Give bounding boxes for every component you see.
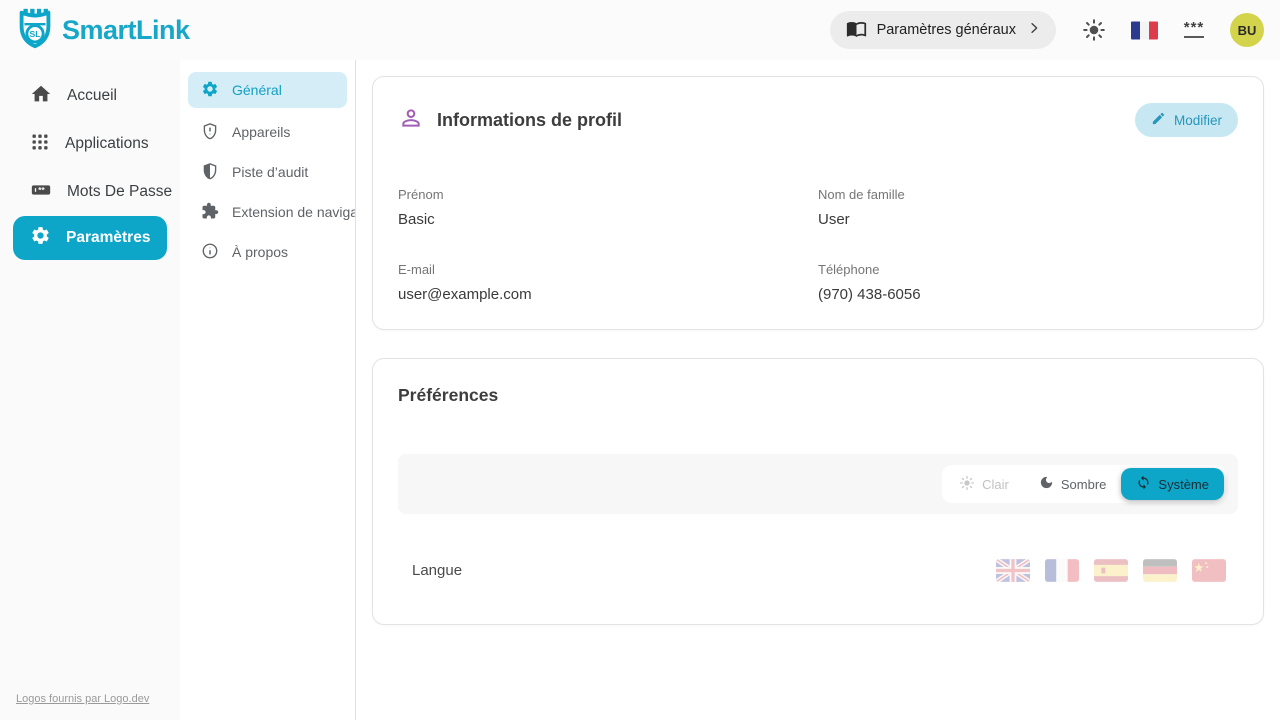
profile-card: Informations de profil Modifier Prénom B…	[372, 76, 1264, 330]
password-asterisks-icon[interactable]: ***	[1180, 16, 1208, 44]
chevron-right-icon	[1026, 20, 1042, 40]
field-label: Nom de famille	[818, 187, 1238, 202]
language-flag-list	[996, 559, 1226, 582]
logo-credit-link[interactable]: Logos fournis par Logo.dev	[16, 693, 149, 705]
pencil-icon	[1151, 111, 1166, 129]
password-field-icon: **	[30, 179, 52, 206]
france-flag-icon	[1131, 21, 1158, 40]
china-flag-icon[interactable]	[1192, 559, 1226, 582]
shield-alert-icon	[201, 122, 219, 143]
general-settings-label: Paramètres généraux	[877, 22, 1016, 38]
main-content: Informations de profil Modifier Prénom B…	[356, 60, 1280, 720]
top-header: SL SmartLink Paramètres généraux	[0, 0, 1280, 60]
profile-fields: Prénom Basic Nom de famille User E-mail …	[398, 187, 1238, 303]
user-avatar[interactable]: BU	[1230, 13, 1264, 47]
field-telephone: Téléphone (970) 438-6056	[818, 262, 1238, 303]
home-icon	[30, 83, 52, 110]
header-actions: Paramètres généraux	[830, 11, 1264, 49]
field-value: Basic	[398, 211, 818, 228]
settings-nav-general[interactable]: Général	[188, 72, 347, 108]
brand-name: SmartLink	[62, 15, 190, 46]
spain-flag-icon[interactable]	[1094, 559, 1128, 582]
theme-toggle-group: Clair Sombre Systè	[942, 465, 1226, 503]
smartlink-logo-icon: SL	[12, 5, 58, 56]
settings-nav-extension[interactable]: Extension de navigateur	[180, 192, 355, 232]
field-value: user@example.com	[398, 286, 818, 303]
preferences-card: Préférences	[372, 358, 1264, 625]
gear-icon	[30, 225, 51, 251]
language-selector-button[interactable]	[1130, 16, 1158, 44]
settings-nav-a-propos[interactable]: À propos	[180, 232, 355, 272]
field-value: User	[818, 211, 1238, 228]
sidebar-item-parametres[interactable]: Paramètres	[13, 216, 167, 260]
field-label: Prénom	[398, 187, 818, 202]
preferences-card-title: Préférences	[398, 385, 1238, 406]
puzzle-icon	[201, 202, 219, 223]
sidebar-item-applications[interactable]: Applications	[0, 120, 180, 168]
united-kingdom-flag-icon[interactable]	[996, 559, 1030, 582]
main-sidebar: Accueil Applications ** Mots De Passe	[0, 60, 180, 720]
sync-icon	[1136, 475, 1151, 493]
shield-half-icon	[201, 162, 219, 183]
field-email: E-mail user@example.com	[398, 262, 818, 303]
info-icon	[201, 242, 219, 263]
language-preference-row: Langue	[398, 542, 1238, 598]
theme-option-sombre[interactable]: Sombre	[1024, 468, 1122, 500]
theme-option-systeme[interactable]: Système	[1121, 468, 1224, 500]
apps-grid-icon	[30, 132, 50, 157]
svg-text:SL: SL	[29, 29, 40, 39]
field-value: (970) 438-6056	[818, 286, 1238, 303]
open-book-icon	[846, 18, 867, 43]
moon-icon	[1039, 475, 1054, 493]
settings-nav-appareils[interactable]: Appareils	[180, 112, 355, 152]
theme-preference-row: Clair Sombre Systè	[398, 454, 1238, 514]
general-settings-button[interactable]: Paramètres généraux	[830, 11, 1056, 49]
settings-nav-piste-audit[interactable]: Piste d’audit	[180, 152, 355, 192]
gear-icon	[201, 80, 219, 101]
settings-sidebar: Général Appareils Piste d’audit Extensio…	[180, 60, 356, 720]
profile-card-title: Informations de profil	[437, 110, 622, 131]
edit-profile-button[interactable]: Modifier	[1135, 103, 1238, 137]
svg-text:**: **	[38, 185, 45, 194]
france-flag-icon[interactable]	[1045, 559, 1079, 582]
germany-flag-icon[interactable]	[1143, 559, 1177, 582]
field-prenom: Prénom Basic	[398, 187, 818, 228]
sidebar-item-mots-de-passe[interactable]: ** Mots De Passe	[0, 168, 180, 216]
theme-sun-icon[interactable]	[1080, 16, 1108, 44]
field-label: Téléphone	[818, 262, 1238, 277]
theme-option-clair[interactable]: Clair	[944, 468, 1024, 500]
field-label: E-mail	[398, 262, 818, 277]
person-icon	[398, 105, 424, 136]
field-nom-de-famille: Nom de famille User	[818, 187, 1238, 228]
language-label: Langue	[412, 562, 462, 579]
sidebar-item-accueil[interactable]: Accueil	[0, 72, 180, 120]
sun-icon	[959, 475, 975, 494]
brand[interactable]: SL SmartLink	[12, 5, 190, 56]
